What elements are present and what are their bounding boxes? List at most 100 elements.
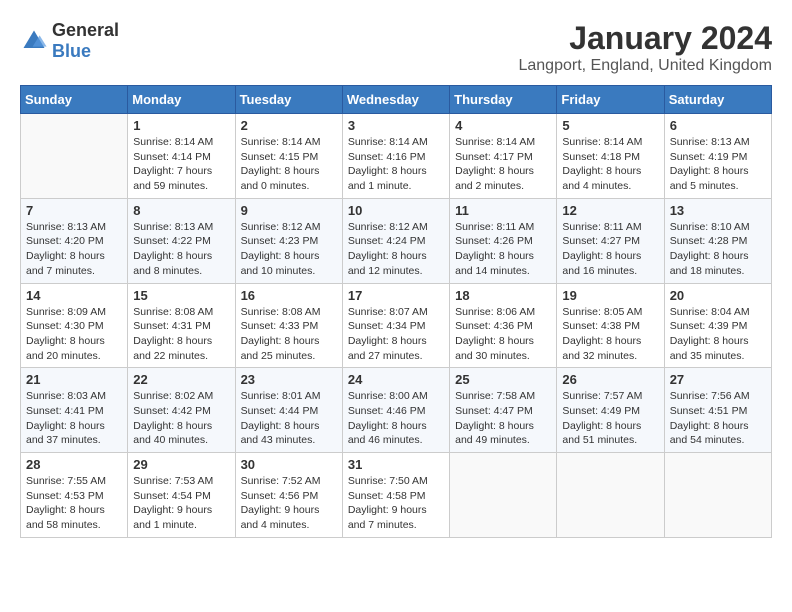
day-cell: 26Sunrise: 7:57 AM Sunset: 4:49 PM Dayli…	[557, 368, 664, 453]
day-info: Sunrise: 8:14 AM Sunset: 4:16 PM Dayligh…	[348, 135, 444, 194]
day-cell: 28 Sunrise: 7:55 AM Sunset: 4:53 PM Dayli…	[21, 453, 128, 538]
weekday-header-row: SundayMondayTuesdayWednesdayThursdayFrid…	[21, 86, 772, 114]
day-info: Sunrise: 7:55 AM Sunset: 4:53 PM Dayligh…	[26, 474, 122, 533]
day-info: Sunrise: 8:13 AM Sunset: 4:19 PM Dayligh…	[670, 135, 766, 194]
weekday-header-monday: Monday	[128, 86, 235, 114]
day-cell: 29 Sunrise: 7:53 AM Sunset: 4:54 PM Dayli…	[128, 453, 235, 538]
day-cell: 11Sunrise: 8:11 AM Sunset: 4:26 PM Dayli…	[450, 198, 557, 283]
day-info: Sunrise: 8:07 AM Sunset: 4:34 PM Dayligh…	[348, 305, 444, 364]
calendar-table: SundayMondayTuesdayWednesdayThursdayFrid…	[20, 85, 772, 538]
day-number: 2	[241, 118, 337, 133]
day-info: Sunrise: 8:11 AM Sunset: 4:27 PM Dayligh…	[562, 220, 658, 279]
day-cell: 1Sunrise: 8:14 AM Sunset: 4:14 PM Daylig…	[128, 114, 235, 199]
logo-blue: Blue	[52, 41, 91, 61]
day-info: Sunrise: 8:09 AM Sunset: 4:30 PM Dayligh…	[26, 305, 122, 364]
day-info: Sunrise: 8:14 AM Sunset: 4:14 PM Dayligh…	[133, 135, 229, 194]
day-number: 28	[26, 457, 122, 472]
day-number: 18	[455, 288, 551, 303]
day-info: Sunrise: 8:14 AM Sunset: 4:17 PM Dayligh…	[455, 135, 551, 194]
day-cell: 10 Sunrise: 8:12 AM Sunset: 4:24 PM Dayli…	[342, 198, 449, 283]
day-info: Sunrise: 8:12 AM Sunset: 4:23 PM Dayligh…	[241, 220, 337, 279]
day-cell: 25 Sunrise: 7:58 AM Sunset: 4:47 PM Dayli…	[450, 368, 557, 453]
month-title: January 2024	[518, 20, 772, 57]
day-number: 11	[455, 203, 551, 218]
day-info: Sunrise: 8:12 AM Sunset: 4:24 PM Dayligh…	[348, 220, 444, 279]
day-cell: 3 Sunrise: 8:14 AM Sunset: 4:16 PM Daylig…	[342, 114, 449, 199]
day-cell	[664, 453, 771, 538]
weekday-header-sunday: Sunday	[21, 86, 128, 114]
day-number: 21	[26, 372, 122, 387]
day-cell: 21 Sunrise: 8:03 AM Sunset: 4:41 PM Dayli…	[21, 368, 128, 453]
weekday-header-friday: Friday	[557, 86, 664, 114]
day-number: 12	[562, 203, 658, 218]
page-header: General Blue January 2024 Langport, Engl…	[20, 20, 772, 75]
day-cell: 14 Sunrise: 8:09 AM Sunset: 4:30 PM Dayli…	[21, 283, 128, 368]
day-number: 9	[241, 203, 337, 218]
day-number: 23	[241, 372, 337, 387]
day-cell	[21, 114, 128, 199]
day-cell: 19Sunrise: 8:05 AM Sunset: 4:38 PM Dayli…	[557, 283, 664, 368]
day-info: Sunrise: 7:52 AM Sunset: 4:56 PM Dayligh…	[241, 474, 337, 533]
day-number: 10	[348, 203, 444, 218]
day-info: Sunrise: 8:08 AM Sunset: 4:31 PM Dayligh…	[133, 305, 229, 364]
week-row-4: 21 Sunrise: 8:03 AM Sunset: 4:41 PM Dayli…	[21, 368, 772, 453]
day-cell: 5Sunrise: 8:14 AM Sunset: 4:18 PM Daylig…	[557, 114, 664, 199]
logo: General Blue	[20, 20, 119, 62]
day-number: 7	[26, 203, 122, 218]
day-cell: 17Sunrise: 8:07 AM Sunset: 4:34 PM Dayli…	[342, 283, 449, 368]
day-cell: 30 Sunrise: 7:52 AM Sunset: 4:56 PM Dayli…	[235, 453, 342, 538]
day-cell	[557, 453, 664, 538]
day-info: Sunrise: 8:13 AM Sunset: 4:20 PM Dayligh…	[26, 220, 122, 279]
day-cell: 23 Sunrise: 8:01 AM Sunset: 4:44 PM Dayli…	[235, 368, 342, 453]
day-cell	[450, 453, 557, 538]
week-row-1: 1Sunrise: 8:14 AM Sunset: 4:14 PM Daylig…	[21, 114, 772, 199]
day-info: Sunrise: 7:57 AM Sunset: 4:49 PM Dayligh…	[562, 389, 658, 448]
day-number: 22	[133, 372, 229, 387]
day-info: Sunrise: 8:14 AM Sunset: 4:15 PM Dayligh…	[241, 135, 337, 194]
day-number: 29	[133, 457, 229, 472]
day-info: Sunrise: 8:08 AM Sunset: 4:33 PM Dayligh…	[241, 305, 337, 364]
day-number: 24	[348, 372, 444, 387]
day-info: Sunrise: 7:58 AM Sunset: 4:47 PM Dayligh…	[455, 389, 551, 448]
day-info: Sunrise: 7:53 AM Sunset: 4:54 PM Dayligh…	[133, 474, 229, 533]
day-number: 27	[670, 372, 766, 387]
day-cell: 12 Sunrise: 8:11 AM Sunset: 4:27 PM Dayli…	[557, 198, 664, 283]
day-number: 25	[455, 372, 551, 387]
day-cell: 27 Sunrise: 7:56 AM Sunset: 4:51 PM Dayli…	[664, 368, 771, 453]
day-cell: 8Sunrise: 8:13 AM Sunset: 4:22 PM Daylig…	[128, 198, 235, 283]
day-number: 31	[348, 457, 444, 472]
location-title: Langport, England, United Kingdom	[518, 57, 772, 75]
day-cell: 13Sunrise: 8:10 AM Sunset: 4:28 PM Dayli…	[664, 198, 771, 283]
day-info: Sunrise: 7:50 AM Sunset: 4:58 PM Dayligh…	[348, 474, 444, 533]
day-number: 13	[670, 203, 766, 218]
day-info: Sunrise: 8:06 AM Sunset: 4:36 PM Dayligh…	[455, 305, 551, 364]
day-info: Sunrise: 7:56 AM Sunset: 4:51 PM Dayligh…	[670, 389, 766, 448]
weekday-header-wednesday: Wednesday	[342, 86, 449, 114]
day-info: Sunrise: 8:14 AM Sunset: 4:18 PM Dayligh…	[562, 135, 658, 194]
day-cell: 18 Sunrise: 8:06 AM Sunset: 4:36 PM Dayli…	[450, 283, 557, 368]
day-info: Sunrise: 8:01 AM Sunset: 4:44 PM Dayligh…	[241, 389, 337, 448]
day-number: 4	[455, 118, 551, 133]
day-number: 6	[670, 118, 766, 133]
day-cell: 15 Sunrise: 8:08 AM Sunset: 4:31 PM Dayli…	[128, 283, 235, 368]
week-row-5: 28 Sunrise: 7:55 AM Sunset: 4:53 PM Dayli…	[21, 453, 772, 538]
day-cell: 22Sunrise: 8:02 AM Sunset: 4:42 PM Dayli…	[128, 368, 235, 453]
day-info: Sunrise: 8:05 AM Sunset: 4:38 PM Dayligh…	[562, 305, 658, 364]
day-cell: 20Sunrise: 8:04 AM Sunset: 4:39 PM Dayli…	[664, 283, 771, 368]
day-cell: 2 Sunrise: 8:14 AM Sunset: 4:15 PM Daylig…	[235, 114, 342, 199]
day-cell: 4 Sunrise: 8:14 AM Sunset: 4:17 PM Daylig…	[450, 114, 557, 199]
day-cell: 24 Sunrise: 8:00 AM Sunset: 4:46 PM Dayli…	[342, 368, 449, 453]
day-info: Sunrise: 8:03 AM Sunset: 4:41 PM Dayligh…	[26, 389, 122, 448]
title-block: January 2024 Langport, England, United K…	[518, 20, 772, 75]
weekday-header-thursday: Thursday	[450, 86, 557, 114]
weekday-header-saturday: Saturday	[664, 86, 771, 114]
week-row-3: 14 Sunrise: 8:09 AM Sunset: 4:30 PM Dayli…	[21, 283, 772, 368]
logo-general: General	[52, 20, 119, 40]
day-info: Sunrise: 8:00 AM Sunset: 4:46 PM Dayligh…	[348, 389, 444, 448]
day-number: 3	[348, 118, 444, 133]
day-cell: 9 Sunrise: 8:12 AM Sunset: 4:23 PM Daylig…	[235, 198, 342, 283]
day-info: Sunrise: 8:13 AM Sunset: 4:22 PM Dayligh…	[133, 220, 229, 279]
day-number: 14	[26, 288, 122, 303]
day-number: 15	[133, 288, 229, 303]
day-number: 30	[241, 457, 337, 472]
